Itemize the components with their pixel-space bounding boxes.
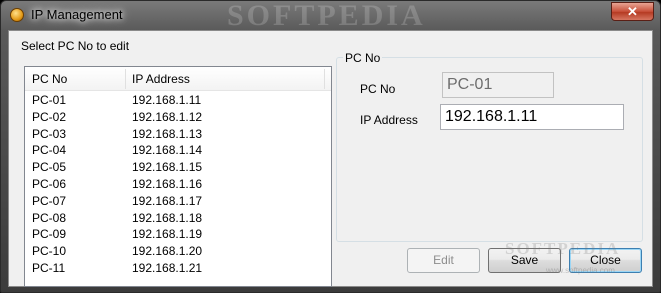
list-item[interactable]: PC-04 192.168.1.14: [25, 142, 331, 159]
softpedia-url-watermark: www.softpedia.com: [546, 266, 615, 275]
list-item[interactable]: PC-11 192.168.1.21: [25, 260, 331, 277]
column-header-pc-no[interactable]: PC No: [32, 72, 67, 86]
list-item[interactable]: PC-08 192.168.1.18: [25, 210, 331, 227]
ip-address-cell: 192.168.1.18: [132, 210, 203, 225]
ip-management-window: IP Management SOFTPEDIA ✕ Select PC No t…: [0, 0, 661, 293]
pc-no-cell: PC-09: [32, 227, 67, 242]
pc-no-cell: PC-11: [32, 260, 66, 275]
pc-no-cell: PC-01: [32, 93, 67, 107]
ip-address-cell: 192.168.1.15: [132, 160, 203, 175]
pc-no-cell: PC-05: [32, 160, 67, 175]
list-body: PC-01 192.168.1.11 PC-02 192.168.1.12 PC-0…: [25, 92, 331, 277]
ip-address-label: IP Address: [360, 113, 418, 127]
window-close-button[interactable]: ✕: [611, 2, 654, 21]
column-divider[interactable]: [125, 69, 126, 89]
list-item[interactable]: PC-01 192.168.1.11: [25, 92, 331, 109]
list-item[interactable]: PC-06 192.168.1.16: [25, 176, 331, 193]
ip-address-cell: 192.168.1.12: [132, 109, 203, 124]
ip-address-cell: 192.168.1.13: [132, 126, 203, 141]
softpedia-watermark-bottom: SOFTPEDIA: [505, 239, 621, 258]
list-item[interactable]: PC-09 192.168.1.19: [25, 226, 331, 243]
ip-address-cell: 192.168.1.21: [132, 260, 203, 275]
title-bar[interactable]: IP Management SOFTPEDIA ✕: [1, 1, 660, 32]
ip-address-cell: 192.168.1.17: [132, 193, 203, 208]
pc-no-cell: PC-02: [32, 109, 67, 124]
list-item[interactable]: PC-07 192.168.1.17: [25, 193, 331, 210]
list-item[interactable]: PC-03 192.168.1.13: [25, 126, 331, 143]
list-item[interactable]: PC-10 192.168.1.20: [25, 243, 331, 260]
ip-address-cell: 192.168.1.16: [132, 176, 203, 191]
ip-address-cell: 192.168.1.19: [132, 227, 203, 242]
select-pc-legend: Select PC No to edit: [21, 39, 132, 53]
column-divider[interactable]: [324, 69, 325, 89]
softpedia-watermark: SOFTPEDIA: [227, 0, 426, 32]
list-header: PC No IP Address: [25, 67, 331, 91]
pc-no-cell: PC-08: [32, 210, 67, 225]
ip-address-cell: 192.168.1.20: [132, 244, 203, 259]
select-pc-group: Select PC No to edit PC No IP Address PC…: [12, 39, 338, 287]
window-title: IP Management: [31, 7, 123, 22]
pc-no-label: PC No: [360, 82, 396, 96]
edit-button: Edit: [407, 248, 480, 273]
pc-no-cell: PC-03: [32, 126, 67, 141]
pc-no-cell: PC-10: [32, 244, 67, 259]
pc-no-cell: PC-06: [32, 176, 67, 191]
dialog-client-area: Select PC No to edit PC No IP Address PC…: [8, 30, 653, 287]
ip-address-cell: 192.168.1.14: [132, 143, 203, 158]
pc-no-cell: PC-07: [32, 193, 67, 208]
pc-details-legend: PC No: [343, 51, 383, 65]
ip-address-field[interactable]: 192.168.1.11: [440, 104, 624, 130]
list-item[interactable]: PC-02 192.168.1.12: [25, 109, 331, 126]
column-header-ip-address[interactable]: IP Address: [132, 72, 190, 86]
pc-list[interactable]: PC No IP Address PC-01 192.168.1.11 PC-02…: [24, 66, 332, 287]
pc-no-field: PC-01: [442, 72, 554, 98]
list-item[interactable]: PC-05 192.168.1.15: [25, 159, 331, 176]
ip-address-cell: 192.168.1.11: [132, 93, 202, 107]
app-icon: [10, 8, 24, 22]
pc-no-cell: PC-04: [32, 143, 67, 158]
